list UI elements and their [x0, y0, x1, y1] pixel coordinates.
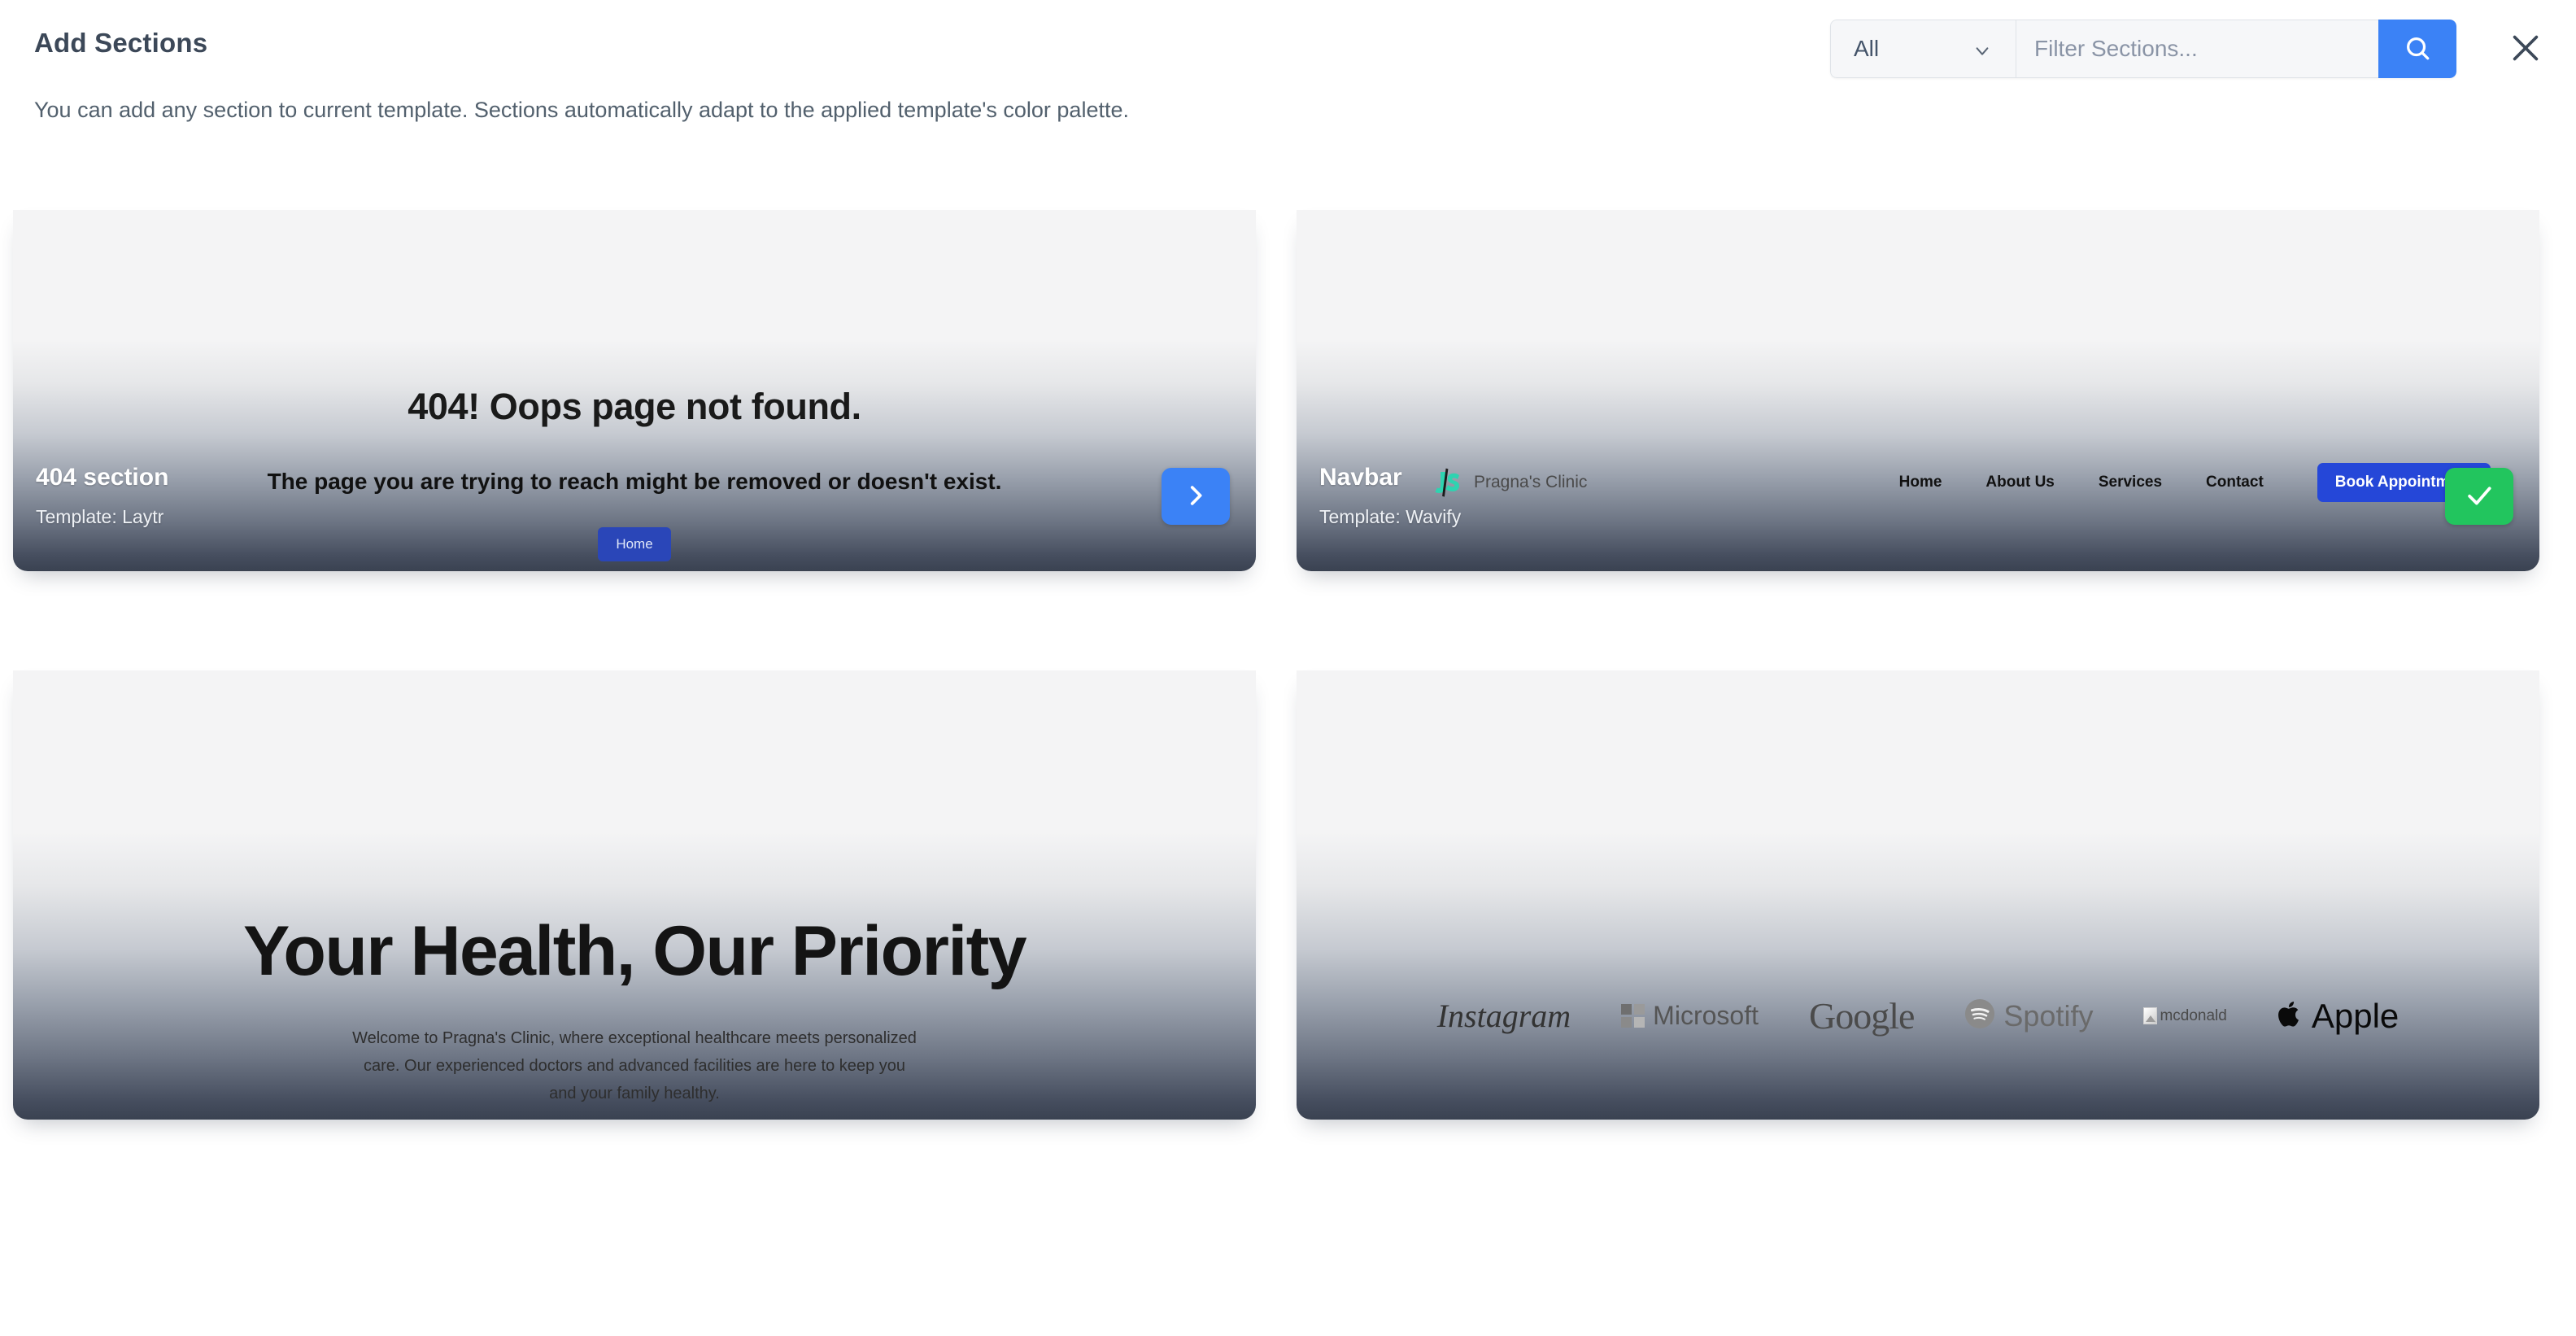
chevron-right-icon	[1182, 482, 1210, 512]
search-button[interactable]	[2378, 20, 2456, 78]
category-filter-select[interactable]: All	[1830, 20, 2016, 78]
check-icon	[2464, 480, 2495, 513]
spotify-wordmark: Spotify	[2003, 998, 2094, 1033]
search-input[interactable]	[2016, 20, 2378, 78]
add-sections-header: Add Sections You can add any section to …	[0, 0, 2576, 210]
section-card-title: 404 section	[36, 463, 169, 491]
preview-hero-title: Your Health, Our Priority	[243, 912, 1027, 990]
preview-brands-row: Instagram Microsoft Google Spotify mcdon…	[1297, 994, 2539, 1037]
mcdonald-alt-text: mcdonald	[2160, 1006, 2227, 1024]
section-card-404[interactable]: 404! Oops page not found. The page you a…	[13, 210, 1256, 571]
microsoft-wordmark: Microsoft	[1653, 1001, 1759, 1030]
section-preview-brands: Instagram Microsoft Google Spotify mcdon…	[1297, 670, 2539, 1120]
broken-image-icon: mcdonald	[2143, 1006, 2227, 1025]
spotify-logo-icon	[1964, 998, 1995, 1033]
instagram-wordmark-icon: Instagram	[1436, 998, 1571, 1034]
section-card-footer: 404 section Template: Laytr	[13, 441, 1256, 571]
close-icon	[2507, 29, 2544, 69]
section-card-hero[interactable]: Your Health, Our Priority Welcome to Pra…	[13, 670, 1256, 1120]
section-card-title: Navbar	[1319, 463, 1402, 491]
section-preview-hero: Your Health, Our Priority Welcome to Pra…	[13, 670, 1256, 1120]
google-wordmark-icon: Google	[1808, 995, 1915, 1037]
section-search-group: All	[1830, 20, 2456, 78]
close-button[interactable]	[2504, 27, 2548, 71]
section-card-footer: Navbar Template: Wavify	[1297, 441, 2539, 571]
apple-logo-icon	[2277, 998, 2304, 1033]
apple-wordmark: Apple	[2311, 996, 2399, 1035]
section-card-template: Template: Laytr	[36, 505, 164, 527]
section-card-template: Template: Wavify	[1319, 505, 1462, 527]
brand-apple: Apple	[2277, 997, 2399, 1036]
brand-instagram: Instagram	[1437, 997, 1571, 1035]
page-description: You can add any section to current templ…	[34, 98, 1129, 122]
page-title: Add Sections	[34, 28, 208, 58]
brand-google: Google	[1808, 994, 1915, 1037]
section-card-meta: Navbar Template: Wavify	[1319, 464, 1461, 549]
brand-microsoft: Microsoft	[1621, 1001, 1759, 1031]
section-card-meta: 404 section Template: Laytr	[36, 464, 168, 549]
section-selected-button[interactable]	[2445, 468, 2513, 525]
microsoft-logo-icon	[1621, 1004, 1645, 1028]
section-card-brands[interactable]: Instagram Microsoft Google Spotify mcdon…	[1297, 670, 2539, 1120]
brand-spotify: Spotify	[1964, 998, 2093, 1033]
category-filter-value: All	[1854, 36, 1880, 61]
search-icon	[2404, 34, 2431, 64]
section-card-navbar[interactable]: Pragna's Clinic Home About Us Services C…	[1297, 210, 2539, 571]
add-section-button[interactable]	[1162, 468, 1230, 525]
broken-image-glyph	[2143, 1007, 2158, 1024]
header-controls: All	[1830, 20, 2548, 78]
preview-404-title: 404! Oops page not found.	[408, 386, 861, 427]
preview-hero-subtitle: Welcome to Pragna's Clinic, where except…	[352, 1029, 917, 1102]
brand-mcdonald: mcdonald	[2143, 1006, 2227, 1025]
chevron-down-icon	[1973, 40, 1991, 58]
